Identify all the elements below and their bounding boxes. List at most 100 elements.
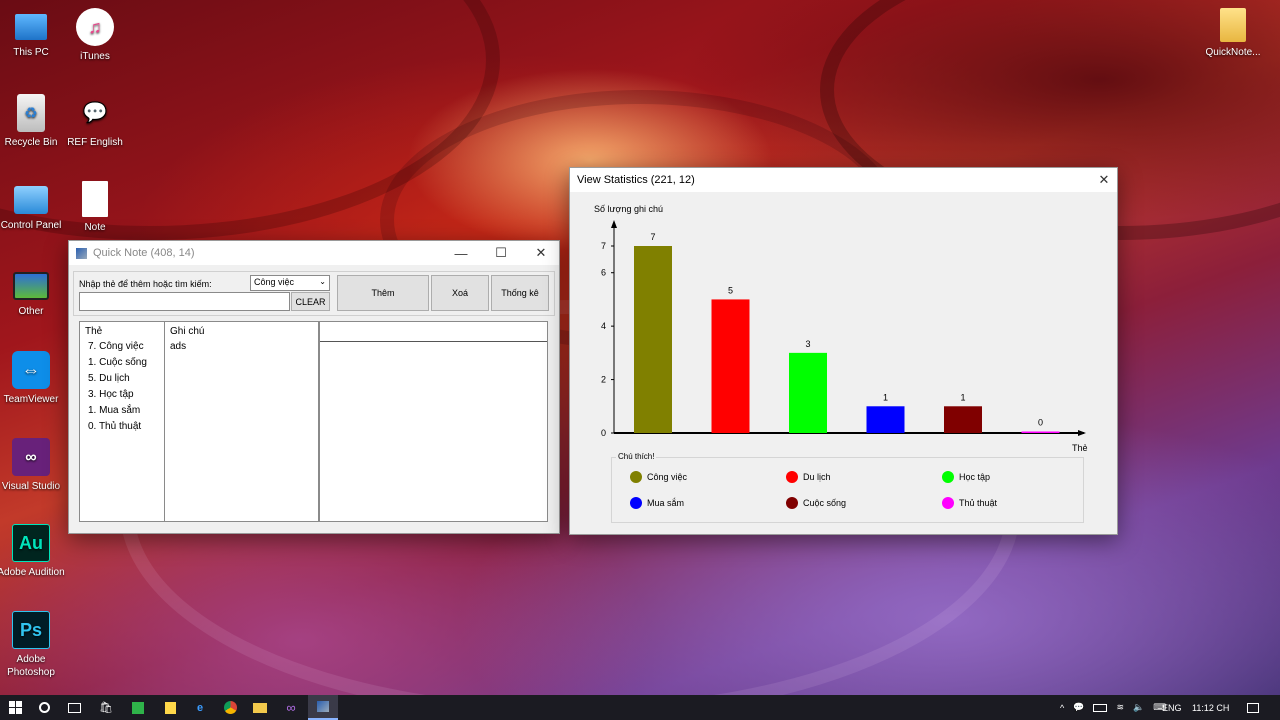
desktop-icon-label: Adobe Photoshop (7, 654, 55, 678)
desktop-icon-note[interactable]: Note (60, 181, 130, 234)
legend-label: Cuộc sống (803, 498, 847, 508)
x-axis-label: Thẻ (1072, 443, 1088, 453)
desktop-icon-recycle-bin[interactable]: ♻ Recycle Bin (0, 94, 66, 149)
quicknote-titlebar[interactable]: Quick Note (408, 14) — ☐ ✕ (69, 241, 559, 265)
wifi-icon[interactable]: ≋ (1116, 702, 1124, 713)
taskbar-file-explorer[interactable] (249, 698, 271, 717)
bar-value-label: 5 (728, 285, 733, 295)
tag-item[interactable]: 1. Mua sắm (80, 403, 164, 419)
taskbar-quicknote[interactable] (308, 695, 338, 720)
bar-Cuộc sống (944, 406, 982, 433)
legend-label: Du lịch (803, 472, 831, 482)
taskbar-sticky-notes[interactable] (159, 698, 181, 717)
desktop-icon-ref-english[interactable]: 💬 REF English (60, 94, 130, 149)
legend-swatch (942, 497, 954, 509)
legend-swatch (942, 471, 954, 483)
start-button[interactable] (4, 698, 26, 717)
taskbar-edge[interactable]: e (189, 698, 211, 717)
taskbar-chrome[interactable] (219, 698, 241, 717)
note-title-field[interactable] (320, 322, 547, 342)
clear-button[interactable]: CLEAR (291, 292, 330, 311)
chevron-up-icon[interactable]: ^ (1060, 703, 1064, 713)
statistics-titlebar[interactable]: View Statistics (221, 12) ✕ (570, 168, 1117, 192)
y-tick-label: 7 (601, 241, 606, 251)
desktop-icon-quicknote-folder[interactable]: QuickNote... (1198, 8, 1268, 59)
edge-icon: e (196, 701, 204, 714)
desktop-icon-this-pc[interactable]: This PC (0, 8, 66, 59)
pc-icon (15, 14, 47, 40)
folder-icon (1220, 8, 1246, 42)
y-tick-label: 6 (601, 268, 606, 278)
desktop-icon-visual-studio[interactable]: ∞ Visual Studio (0, 438, 66, 493)
bar-Du lịch (711, 299, 750, 433)
y-tick-label: 0 (601, 428, 606, 438)
tag-item[interactable]: 5. Du lịch (80, 371, 164, 387)
tags-panel: Thẻ 7. Công việc 1. Cuộc sống 5. Du lịch… (79, 321, 165, 522)
taskbar-visual-studio[interactable]: ∞ (280, 698, 302, 717)
close-button[interactable]: ✕ (521, 241, 561, 265)
legend-swatch (786, 497, 798, 509)
notes-panel: Ghi chú ads (164, 321, 319, 522)
tag-item[interactable]: 7. Công việc (80, 339, 164, 355)
desktop-icon-other[interactable]: Other (0, 267, 66, 318)
statistics-button[interactable]: Thống kê (491, 275, 549, 311)
delete-button[interactable]: Xoá (431, 275, 489, 311)
taskbar-app-green[interactable] (127, 698, 149, 717)
taskbar-store[interactable]: 🛍 (95, 698, 117, 717)
note-item[interactable]: ads (165, 339, 318, 355)
bar-value-label: 7 (650, 232, 655, 242)
statistics-window: View Statistics (221, 12) ✕ Số lượng ghi… (569, 167, 1118, 535)
language-indicator[interactable]: ENG (1162, 695, 1182, 720)
x-axis-arrow-icon (1078, 430, 1086, 436)
desktop-icon-adobe-photoshop[interactable]: Ps Adobe Photoshop (0, 611, 66, 679)
maximize-button[interactable]: ☐ (481, 241, 521, 265)
notification-center-button[interactable] (1247, 695, 1259, 720)
minimize-button[interactable]: — (441, 241, 481, 265)
speaker-icon[interactable]: 🔈 (1133, 702, 1144, 713)
task-view-button[interactable] (63, 698, 85, 717)
legend-item: Du lịch (786, 471, 831, 483)
chevron-down-icon: ⌄ (319, 277, 326, 286)
tag-item[interactable]: 3. Học tập (80, 387, 164, 403)
battery-icon[interactable] (1093, 703, 1108, 712)
desktop-icon-itunes[interactable]: ♫ iTunes (60, 8, 130, 63)
ref-english-icon: 💬 (82, 101, 108, 124)
desktop-icon-label: iTunes (80, 51, 110, 62)
y-axis-label: Số lượng ghi chú (594, 204, 663, 214)
close-button[interactable]: ✕ (1084, 168, 1124, 192)
category-select[interactable]: Công việc ⌄ (250, 275, 330, 291)
add-button[interactable]: Thêm (337, 275, 429, 311)
tag-item[interactable]: 0. Thủ thuật (80, 419, 164, 435)
legend-box (611, 457, 1084, 523)
app-green-icon (132, 701, 144, 714)
tags-header: Thẻ (85, 326, 103, 337)
desktop-icon-label: This PC (13, 47, 49, 58)
window-title: View Statistics (221, 12) (577, 174, 695, 186)
app-icon (76, 247, 87, 259)
desktop-icon-label: Control Panel (0, 220, 62, 231)
note-detail-panel (319, 321, 548, 522)
desktop-icon-control-panel[interactable]: Control Panel (0, 181, 66, 232)
desktop-icon-label: QuickNote... (1205, 47, 1261, 58)
control-panel-icon (14, 186, 48, 214)
note-content-area[interactable] (320, 342, 547, 520)
legend-swatch (630, 471, 642, 483)
bar-Học tập (789, 352, 827, 433)
desktop-icon-teamviewer[interactable]: ⇔ TeamViewer (0, 351, 66, 406)
notes-header: Ghi chú (170, 326, 205, 337)
chat-bubble-icon[interactable]: 💬 (1073, 702, 1084, 713)
y-tick-label: 2 (601, 375, 606, 385)
desktop-icon-adobe-audition[interactable]: Au Adobe Audition (0, 524, 66, 579)
legend-label: Công việc (647, 472, 688, 482)
y-tick-label: 4 (601, 321, 606, 331)
bar-Mua sắm (866, 406, 905, 433)
bar-value-label: 1 (883, 392, 888, 402)
store-icon: 🛍 (99, 702, 113, 714)
search-input[interactable] (79, 292, 290, 311)
bar-chart: Số lượng ghi chú Thẻ 0 2 4 6 7 7 5 3 1 1 0 (594, 204, 1088, 453)
search-button[interactable] (33, 698, 55, 717)
clock[interactable]: 11:12 CH (1192, 695, 1229, 720)
windows-logo-icon (8, 701, 22, 714)
tag-item[interactable]: 1. Cuộc sống (80, 355, 164, 371)
desktop-icon-label: Recycle Bin (4, 137, 58, 148)
